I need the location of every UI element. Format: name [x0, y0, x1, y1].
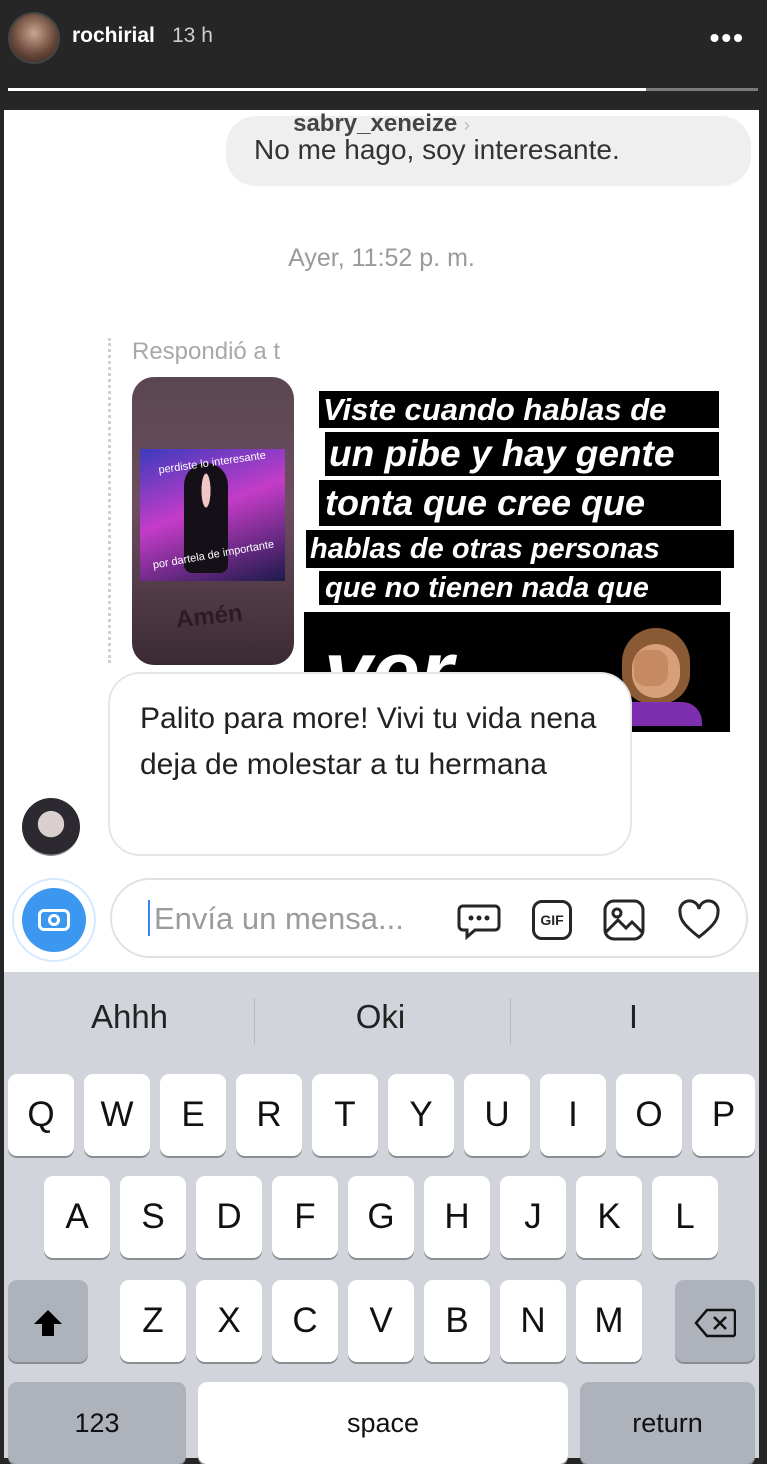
onscreen-keyboard: Ahhh Oki I Q W E R T Y U I O P A S D F G… [4, 972, 759, 1464]
camera-icon [22, 888, 86, 952]
thumbnail-caption: Amén [174, 599, 244, 634]
shift-arrow-icon [34, 1309, 62, 1336]
backspace-icon [694, 1308, 737, 1337]
previous-message-text: No me hago, soy interesante. [254, 134, 620, 165]
message-input-wrapper: GIF [110, 878, 748, 958]
key-v[interactable]: V [348, 1280, 414, 1362]
reply-label: Respondió a t [132, 338, 281, 365]
key-g[interactable]: G [348, 1176, 414, 1258]
key-e[interactable]: E [160, 1074, 226, 1156]
camera-button[interactable] [12, 878, 96, 962]
key-f[interactable]: F [272, 1176, 338, 1258]
story-time-ago: 13 h [172, 24, 213, 47]
key-q[interactable]: Q [8, 1074, 74, 1156]
gif-label: GIF [532, 900, 572, 940]
message-composer: GIF [4, 870, 759, 972]
key-x[interactable]: X [196, 1280, 262, 1362]
heart-icon[interactable] [677, 898, 721, 942]
incoming-message-bubble: Palito para more! Vivi tu vida nena deja… [108, 672, 632, 856]
message-timestamp: Ayer, 11:52 p. m. [288, 244, 475, 272]
numbers-key[interactable]: 123 [8, 1382, 186, 1464]
key-h[interactable]: H [424, 1176, 490, 1258]
key-m[interactable]: M [576, 1280, 642, 1362]
sticker-line-2: un pibe y hay gente [325, 432, 719, 476]
suggestion-2[interactable]: Oki [255, 998, 506, 1036]
key-z[interactable]: Z [120, 1280, 186, 1362]
key-s[interactable]: S [120, 1176, 186, 1258]
sticker-line-1: Viste cuando hablas de [319, 391, 719, 428]
backspace-key[interactable] [675, 1280, 755, 1362]
key-y[interactable]: Y [388, 1074, 454, 1156]
key-i[interactable]: I [540, 1074, 606, 1156]
chat-bubble-icon[interactable] [457, 898, 501, 942]
contact-name-label: sabry_xeneize [293, 110, 458, 137]
story-thumbnail-image: perdiste lo interesante por dartela de i… [140, 449, 285, 581]
key-a[interactable]: A [44, 1176, 110, 1258]
sticker-line-5: que no tienen nada que [319, 571, 721, 605]
gif-icon[interactable]: GIF [530, 898, 574, 942]
key-p[interactable]: P [692, 1074, 755, 1156]
chevron-right-icon: › [463, 115, 470, 135]
key-j[interactable]: J [500, 1176, 566, 1258]
key-n[interactable]: N [500, 1280, 566, 1362]
space-key[interactable]: space [198, 1382, 568, 1464]
incoming-message-text: Palito para more! Vivi tu vida nena deja… [140, 702, 597, 781]
key-t[interactable]: T [312, 1074, 378, 1156]
return-key[interactable]: return [580, 1382, 755, 1464]
reply-indicator-line [108, 338, 113, 663]
suggestion-3[interactable]: I [508, 998, 759, 1036]
chat-contact-name[interactable]: sabry_xeneize › [4, 110, 759, 138]
story-header: rochirial 13 h ••• [0, 0, 767, 110]
key-u[interactable]: U [464, 1074, 530, 1156]
key-w[interactable]: W [84, 1074, 150, 1156]
message-input[interactable] [152, 894, 416, 944]
more-options-icon[interactable]: ••• [710, 22, 745, 54]
shift-key[interactable] [8, 1280, 88, 1362]
key-r[interactable]: R [236, 1074, 302, 1156]
chat-panel: No me hago, soy interesante. sabry_xenei… [4, 110, 759, 972]
story-reply-thumbnail[interactable]: perdiste lo interesante por dartela de i… [132, 377, 294, 665]
key-k[interactable]: K [576, 1176, 642, 1258]
sticker-line-3: tonta que cree que [319, 480, 721, 526]
key-o[interactable]: O [616, 1074, 682, 1156]
sender-avatar[interactable] [22, 798, 80, 856]
key-l[interactable]: L [652, 1176, 718, 1258]
predictive-suggestions-bar: Ahhh Oki I [4, 972, 759, 1070]
image-icon[interactable] [602, 898, 646, 942]
key-d[interactable]: D [196, 1176, 262, 1258]
story-progress-bar [8, 88, 758, 91]
story-author-avatar[interactable] [8, 12, 60, 64]
key-c[interactable]: C [272, 1280, 338, 1362]
story-progress-fill [8, 88, 646, 91]
text-caret [148, 900, 150, 936]
key-b[interactable]: B [424, 1280, 490, 1362]
story-username[interactable]: rochirial [72, 24, 155, 48]
suggestion-1[interactable]: Ahhh [4, 998, 255, 1036]
sticker-line-4: hablas de otras personas [306, 530, 734, 568]
